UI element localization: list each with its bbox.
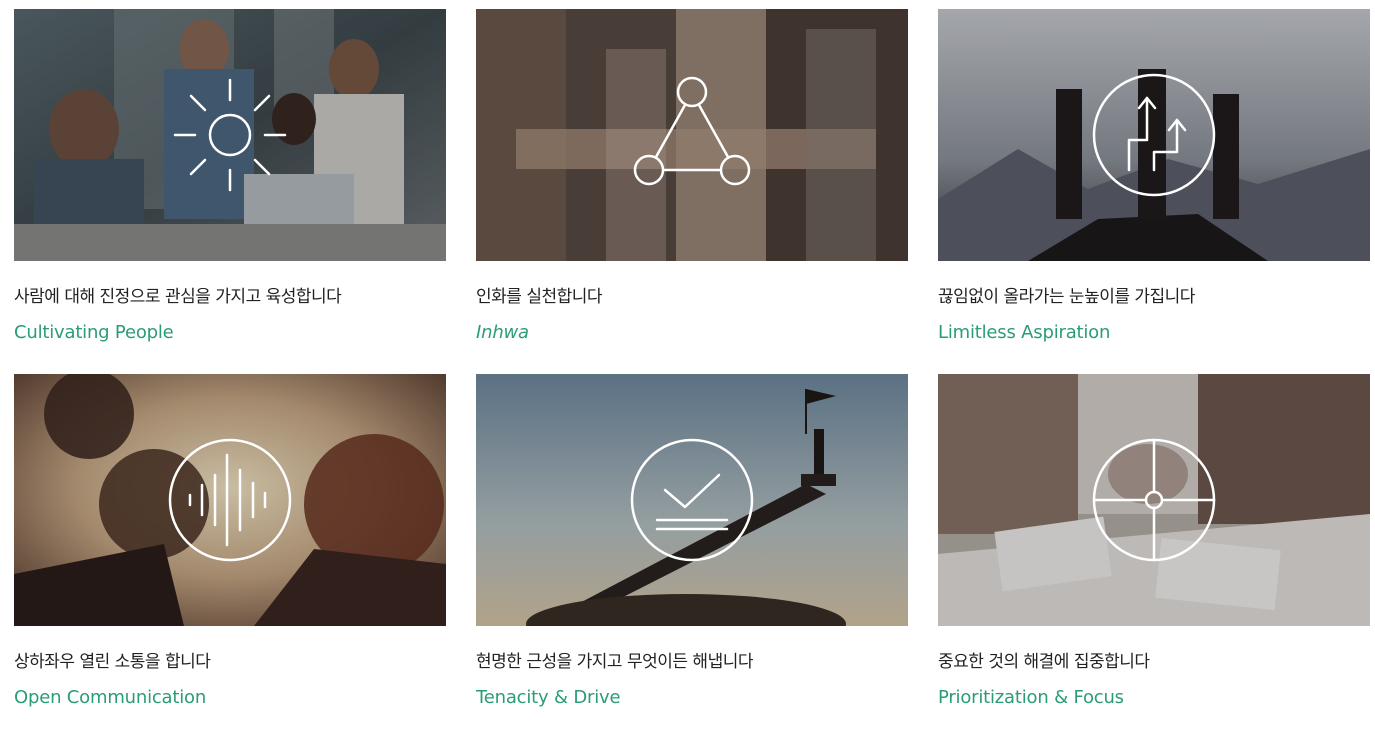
value-english-title: Tenacity & Drive xyxy=(476,687,621,708)
value-card-tenacity-drive: 현명한 근성을 가지고 무엇이든 해냅니다 Tenacity & Drive xyxy=(476,374,908,719)
value-card-prioritization-focus: 중요한 것의 해결에 집중합니다 Prioritization & Focus xyxy=(938,374,1370,719)
value-english-title: Cultivating People xyxy=(14,322,174,343)
gears-hands-photo xyxy=(14,374,446,626)
value-card-inhwa: 인화를 실천합니다 Inhwa xyxy=(476,9,908,354)
triangle-network-icon xyxy=(627,70,757,200)
values-grid: 사람에 대해 진정으로 관심을 가지고 육성합니다 Cultivating Pe… xyxy=(14,9,1370,719)
value-card-open-communication: 상하좌우 열린 소통을 합니다 Open Communication xyxy=(14,374,446,719)
team-documents-photo xyxy=(938,374,1370,626)
value-card-limitless-aspiration: 끊임없이 올라가는 눈높이를 가집니다 Limitless Aspiration xyxy=(938,9,1370,354)
sun-lightbulb-icon xyxy=(165,70,295,200)
value-korean-title: 인화를 실천합니다 xyxy=(476,287,603,307)
value-card-cultivating-people: 사람에 대해 진정으로 관심을 가지고 육성합니다 Cultivating Pe… xyxy=(14,9,446,354)
checkmark-icon xyxy=(627,435,757,565)
sound-wave-icon xyxy=(165,435,295,565)
value-english-title: Limitless Aspiration xyxy=(938,322,1111,343)
value-english-title: Open Communication xyxy=(14,687,207,708)
value-korean-title: 중요한 것의 해결에 집중합니다 xyxy=(938,652,1150,672)
mountain-summit-photo xyxy=(938,9,1370,261)
value-korean-title: 상하좌우 열린 소통을 합니다 xyxy=(14,652,211,672)
crosshair-icon xyxy=(1089,435,1219,565)
value-english-title: Inhwa xyxy=(476,322,529,343)
value-english-title: Prioritization & Focus xyxy=(938,687,1124,708)
value-korean-title: 현명한 근성을 가지고 무엇이든 해냅니다 xyxy=(476,652,754,672)
rising-arrows-icon xyxy=(1089,70,1219,200)
value-korean-title: 사람에 대해 진정으로 관심을 가지고 육성합니다 xyxy=(14,287,342,307)
team-celebrating-photo xyxy=(14,9,446,261)
linked-arms-photo xyxy=(476,9,908,261)
flag-summit-arrow-photo xyxy=(476,374,908,626)
value-korean-title: 끊임없이 올라가는 눈높이를 가집니다 xyxy=(938,287,1195,307)
